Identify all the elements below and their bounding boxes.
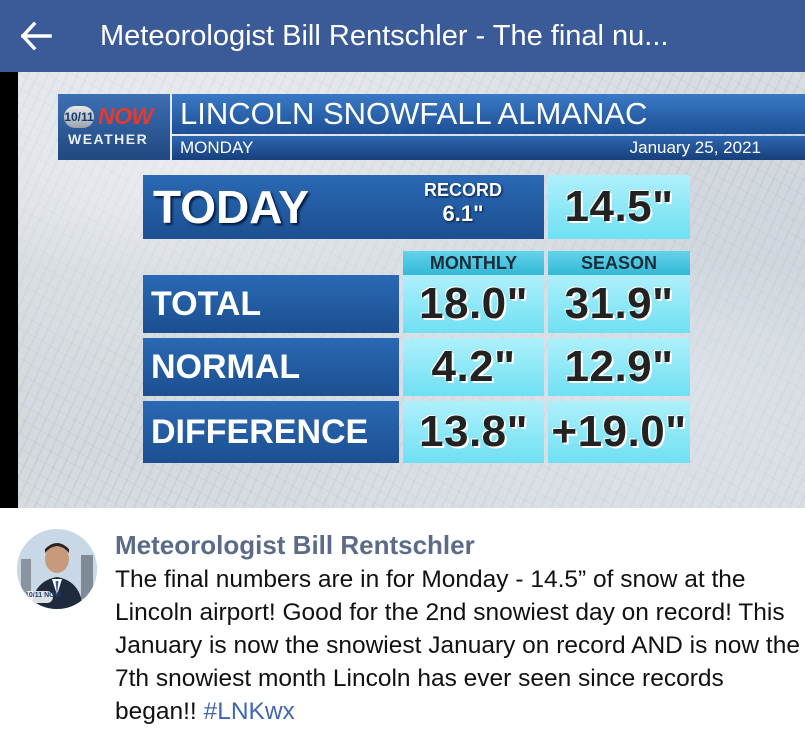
post-photo[interactable]: 10/11 NOW WEATHER LINCOLN SNOWFALL ALMAN… bbox=[0, 72, 805, 508]
column-monthly: MONTHLY bbox=[403, 251, 544, 275]
avatar-badge: 10/11 NOW bbox=[25, 592, 62, 599]
avatar[interactable]: 10/11 NOW bbox=[17, 529, 97, 609]
record-label: RECORD bbox=[423, 180, 502, 200]
post-author[interactable]: Meteorologist Bill Rentschler bbox=[115, 530, 475, 561]
today-value: 14.5" bbox=[548, 175, 690, 239]
column-season: SEASON bbox=[548, 251, 690, 275]
graphic-subtitle-bar: MONDAY January 25, 2021 bbox=[172, 136, 805, 160]
row-difference-season: +19.0" bbox=[548, 401, 690, 463]
graphic-day: MONDAY bbox=[180, 138, 254, 157]
arrow-left-icon bbox=[20, 22, 52, 50]
row-normal-monthly: 4.2" bbox=[403, 338, 544, 396]
graphic-title: LINCOLN SNOWFALL ALMANAC bbox=[172, 94, 805, 134]
row-difference-label: DIFFERENCE bbox=[143, 401, 399, 463]
row-normal-season: 12.9" bbox=[548, 338, 690, 396]
row-total-label: TOTAL bbox=[143, 275, 399, 333]
row-normal-label: NORMAL bbox=[143, 338, 399, 396]
station-logo: 10/11 NOW WEATHER bbox=[58, 94, 170, 160]
post-card: 10/11 NOW Meteorologist Bill Rentschler … bbox=[0, 508, 805, 750]
logo-badge: 10/11 bbox=[64, 105, 94, 128]
graphic-header: 10/11 NOW WEATHER LINCOLN SNOWFALL ALMAN… bbox=[58, 94, 805, 160]
hashtag-link[interactable]: #LNKwx bbox=[204, 698, 295, 725]
row-difference-monthly: 13.8" bbox=[403, 401, 544, 463]
back-button[interactable] bbox=[0, 0, 72, 72]
record-value: 6.1" bbox=[442, 201, 484, 226]
row-total-season: 31.9" bbox=[548, 275, 690, 333]
logo-now: NOW bbox=[98, 103, 153, 129]
post-text: The final numbers are in for Monday - 14… bbox=[115, 563, 801, 728]
page-title: Meteorologist Bill Rentschler - The fina… bbox=[100, 19, 669, 52]
logo-weather: WEATHER bbox=[68, 131, 149, 147]
row-total-monthly: 18.0" bbox=[403, 275, 544, 333]
graphic-date: January 25, 2021 bbox=[629, 138, 761, 157]
app-bar: Meteorologist Bill Rentschler - The fina… bbox=[0, 0, 805, 72]
record-box: RECORD 6.1" bbox=[414, 180, 512, 227]
